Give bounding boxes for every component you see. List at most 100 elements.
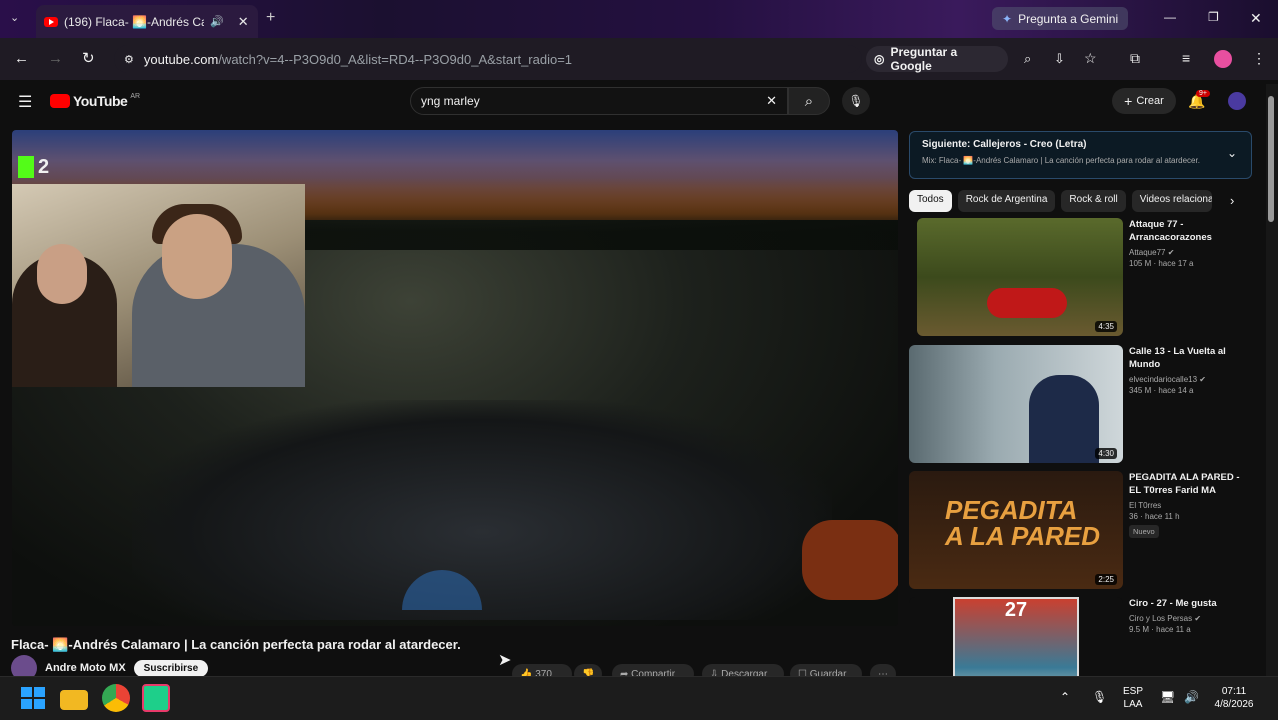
lang-line2: LAA: [1123, 699, 1143, 710]
minimize-window-icon[interactable]: —: [1164, 10, 1176, 24]
forward-arrow-icon[interactable]: →: [48, 50, 63, 67]
new-tab-button[interactable]: +: [266, 9, 275, 27]
video-thumbnail[interactable]: 4:35: [917, 218, 1123, 336]
tray-overflow-icon[interactable]: ⌃: [1060, 690, 1070, 704]
chrome-menu-icon[interactable]: ⋮: [1252, 50, 1266, 67]
clock-date: 4/8/2026: [1214, 699, 1254, 710]
video-title: Attaque 77 - Arrancacorazones: [1129, 219, 1212, 243]
related-video[interactable]: 27 Ciro - 27 - Me gusta Ciro y Los Persa…: [909, 597, 1249, 676]
channel-name[interactable]: Andre Moto MX: [45, 662, 126, 674]
chrome-icon[interactable]: [102, 684, 130, 712]
video-stats: 345 M · hace 14 a: [1129, 386, 1194, 395]
volume-icon[interactable]: 🔊: [1184, 690, 1199, 704]
new-badge: Nuevo: [1129, 525, 1159, 538]
video-channel: Attaque77 ✔: [1129, 248, 1175, 257]
network-icon[interactable]: 🖥: [1160, 690, 1175, 704]
streaming-app-icon[interactable]: [142, 684, 170, 712]
account-avatar[interactable]: [1228, 92, 1246, 110]
install-app-icon[interactable]: ⇩: [1054, 51, 1065, 67]
windows-start-icon[interactable]: [18, 684, 46, 712]
video-meta: Ciro - 27 - Me gusta Ciro y Los Persas ✔…: [1129, 597, 1249, 634]
lang-line1: ESP: [1122, 686, 1143, 697]
media-controls-icon[interactable]: ≡: [1182, 50, 1190, 66]
related-video[interactable]: PEGADITA A LA PARED 2:25 PEGADITA ALA PAR…: [909, 471, 1249, 591]
scrollbar-thumb[interactable]: [1268, 96, 1274, 222]
youtube-play-icon: [50, 94, 70, 108]
language-indicator[interactable]: ESP LAA: [1118, 685, 1148, 711]
gemini-label: Pregunta a Gemini: [1018, 11, 1119, 26]
video-channel: Ciro y Los Persas ✔: [1129, 614, 1202, 623]
duration-badge: 4:35: [1095, 321, 1117, 332]
address-bar[interactable]: ⚙ youtube.com/watch?v=4--P3O9d0_A&list=R…: [114, 45, 862, 73]
bookmark-star-icon[interactable]: ☆: [1084, 50, 1097, 67]
video-glove: [802, 520, 898, 600]
thumbnail-couple: [1029, 375, 1099, 463]
clock-time: 07:11: [1221, 686, 1247, 697]
video-stats: 36 · hace 11 h: [1129, 512, 1180, 521]
video-thumbnail[interactable]: PEGADITA A LA PARED 2:25: [909, 471, 1123, 589]
speaker-icon[interactable]: 🔊: [210, 15, 224, 28]
ask-google-button[interactable]: ◎ Preguntar a Google: [866, 45, 1008, 73]
video-title: PEGADITA ALA PARED -EL T0rres Farid MA: [1129, 472, 1240, 496]
reload-icon[interactable]: ↻: [82, 49, 95, 67]
video-channel: El T0rres: [1129, 501, 1162, 510]
video-stats: 9.5 M · hace 11 a: [1129, 625, 1191, 634]
expand-chevron-icon[interactable]: ⌄: [1227, 146, 1237, 160]
search-query: yng marley: [421, 94, 480, 108]
close-window-icon[interactable]: ✕: [1250, 10, 1262, 27]
mouse-cursor-icon: ➤: [498, 652, 512, 669]
restore-window-icon[interactable]: ❐: [1208, 10, 1219, 24]
youtube-favicon-icon: [44, 16, 58, 27]
tray-mic-icon[interactable]: 🎙: [1092, 690, 1107, 704]
site-settings-icon[interactable]: ⚙: [124, 53, 134, 66]
gemini-button[interactable]: ✦ Pregunta a Gemini: [992, 7, 1129, 30]
filter-chips: Todos Rock de Argentina Rock & roll Vide…: [909, 190, 1249, 212]
back-arrow-icon[interactable]: ←: [14, 50, 29, 67]
windows-taskbar: [0, 676, 1278, 720]
chip-all[interactable]: Todos: [909, 190, 952, 212]
chip-related[interactable]: Videos relaciona: [1131, 190, 1212, 212]
gemini-star-icon: ✦: [1002, 11, 1013, 26]
duration-badge: 4:30: [1095, 448, 1117, 459]
subscribe-button[interactable]: Suscribirse: [133, 659, 209, 677]
clock[interactable]: 07:11 4/8/2026: [1208, 685, 1260, 711]
chip-rock-argentina[interactable]: Rock de Argentina: [957, 190, 1056, 212]
duration-badge: 2:25: [1095, 574, 1117, 585]
video-thumbnail[interactable]: 27: [909, 597, 1123, 676]
video-player[interactable]: 2: [12, 130, 898, 626]
search-icon: ⌕: [804, 92, 814, 110]
related-video[interactable]: 4:35 Attaque 77 - Arrancacorazones Attaq…: [909, 218, 1249, 338]
hamburger-menu-icon[interactable]: ☰: [18, 92, 32, 112]
plus-icon: +: [1124, 93, 1133, 109]
kick-score: 2: [38, 155, 50, 178]
thumbnail-red-figure: [987, 288, 1067, 318]
url-domain: youtube.com: [143, 51, 219, 67]
search-input[interactable]: yng marley ✕: [410, 87, 788, 115]
profile-avatar[interactable]: [1214, 50, 1232, 68]
browser-tab-active[interactable]: (196) Flaca- 🌅-Andrés Cal 🔊 ✕: [36, 5, 258, 38]
clear-search-icon[interactable]: ✕: [766, 93, 777, 109]
next-up-title: Siguiente: Callejeros - Creo (Letra): [922, 139, 1087, 150]
related-video[interactable]: 4:30 Calle 13 - La Vuelta al Mundo elvec…: [909, 345, 1249, 465]
webcam-face-left: [37, 244, 87, 304]
search-button[interactable]: ⌕: [788, 87, 830, 115]
video-stats: 105 M · hace 17 a: [1129, 259, 1194, 268]
file-explorer-icon[interactable]: [60, 690, 88, 710]
close-tab-icon[interactable]: ✕: [238, 14, 249, 30]
voice-search-button[interactable]: 🎙: [842, 87, 870, 115]
tab-list-chevron-icon[interactable]: ⌄: [10, 11, 19, 24]
video-meta: PEGADITA ALA PARED -EL T0rres Farid MA E…: [1129, 471, 1249, 539]
zoom-icon[interactable]: ⌕: [1024, 51, 1031, 67]
video-thumbnail[interactable]: 4:30: [909, 345, 1123, 463]
mix-next-up-panel[interactable]: Siguiente: Callejeros - Creo (Letra) Mix…: [909, 131, 1252, 179]
youtube-logo-text: YouTube: [73, 93, 128, 109]
ask-google-label: Preguntar a Google: [890, 45, 958, 73]
webcam-face-right: [162, 214, 232, 299]
chip-rock-roll[interactable]: Rock & roll: [1061, 190, 1126, 212]
chips-next-arrow-icon[interactable]: ›: [1230, 193, 1234, 208]
extensions-icon[interactable]: ⧉: [1130, 50, 1140, 67]
thumbnail-album-cover: 27: [953, 597, 1079, 676]
create-button[interactable]: + Crear: [1112, 88, 1176, 114]
youtube-logo[interactable]: YouTube AR: [50, 93, 140, 109]
create-label: Crear: [1136, 95, 1164, 107]
